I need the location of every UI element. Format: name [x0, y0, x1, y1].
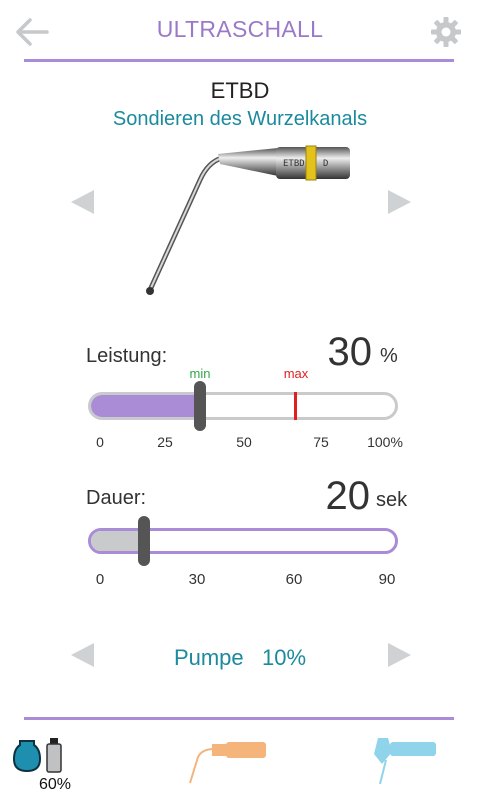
duration-slider-track[interactable]: [88, 528, 398, 554]
tip-name: ETBD: [210, 78, 270, 103]
duration-slider-handle[interactable]: [137, 516, 150, 566]
triangle-left-icon: [71, 190, 94, 214]
ultrasonic-handpiece-icon: [189, 742, 266, 784]
header-divider: [24, 59, 454, 62]
power-max-marker: [294, 392, 297, 420]
pump-label: Pumpe: [173, 645, 244, 670]
power-slider-handle[interactable]: [194, 381, 206, 431]
tip-engraving: ETBD: [283, 159, 305, 169]
bottle-percent: 60%: [38, 776, 72, 793]
water-bottle-button[interactable]: [12, 735, 72, 775]
duration-tick-30: 30: [188, 571, 206, 588]
tip-description: Sondieren des Wurzelkanals: [112, 108, 368, 130]
power-unit: %: [380, 345, 398, 367]
power-min-label: min: [189, 366, 211, 381]
svg-text:D: D: [323, 159, 328, 169]
duration-tick-60: 60: [285, 571, 303, 588]
pump-value: 10%: [262, 645, 307, 670]
gear-icon: [431, 17, 461, 47]
next-tip-button[interactable]: [380, 182, 420, 222]
duration-unit: sek: [376, 489, 408, 511]
power-tick-0: 0: [96, 434, 104, 450]
power-max-label: max: [283, 366, 309, 381]
duration-tick-90: 90: [378, 571, 396, 588]
header: ULTRASCHALL: [0, 0, 480, 62]
duration-value: 20: [325, 474, 371, 518]
instrument-tip-image: ETBD D: [146, 145, 350, 295]
duration-slider-fill: [91, 531, 144, 551]
power-label: Leistung:: [86, 345, 168, 367]
water-bottle-icon: [12, 738, 62, 773]
settings-button[interactable]: [426, 12, 466, 52]
previous-tip-button[interactable]: [62, 182, 102, 222]
power-tick-25: 25: [157, 434, 173, 450]
power-tick-75: 75: [313, 434, 329, 450]
footer-divider: [24, 717, 454, 720]
power-tick-100: 100%: [367, 434, 403, 450]
turbine-handpiece-icon: [374, 738, 436, 785]
triangle-right-icon: [388, 190, 411, 214]
pump-increase-button[interactable]: [380, 635, 420, 675]
power-slider-fill: [91, 395, 200, 417]
duration-tick-0: 0: [95, 571, 105, 588]
ultrasonic-handpiece-button[interactable]: [184, 737, 274, 787]
triangle-right-icon: [388, 643, 411, 667]
power-slider-track[interactable]: [88, 392, 398, 420]
turbine-handpiece-button[interactable]: [370, 734, 440, 786]
power-tick-50: 50: [236, 434, 252, 450]
duration-label: Dauer:: [86, 487, 147, 509]
page-title: ULTRASCHALL: [156, 16, 324, 42]
